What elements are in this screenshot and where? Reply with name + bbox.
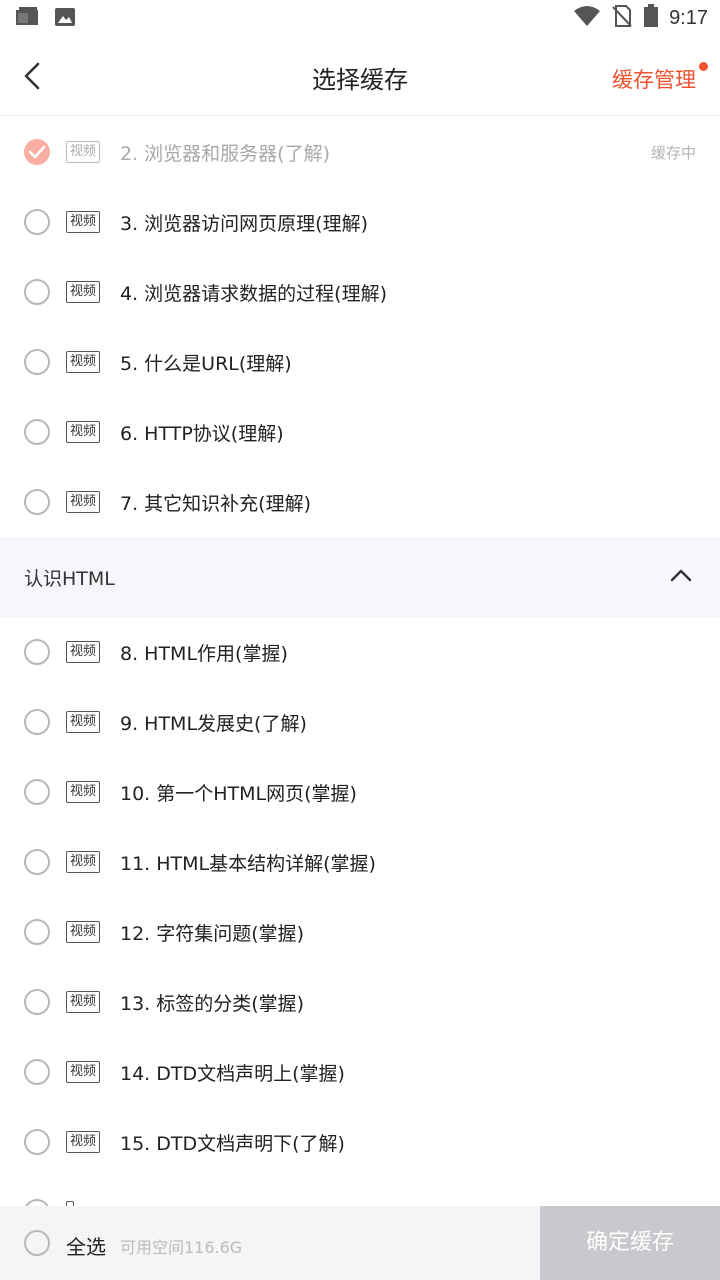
- list-item[interactable]: 视频 7. 其它知识补充(理解): [0, 467, 720, 537]
- list-item[interactable]: 视频 15. DTD文档声明下(了解): [0, 1107, 720, 1177]
- list-item[interactable]: 视频 8. HTML作用(掌握): [0, 617, 720, 687]
- item-title: 4. 浏览器请求数据的过程(理解): [120, 282, 387, 305]
- video-tag: 视频: [66, 351, 101, 373]
- list-item[interactable]: 视频 4. 浏览器请求数据的过程(理解): [0, 257, 720, 327]
- video-tag: 视频: [66, 281, 101, 303]
- select-all-label[interactable]: 全选: [66, 1231, 106, 1260]
- checkbox[interactable]: [24, 279, 50, 305]
- notification-app-icon: [14, 6, 40, 32]
- checkbox[interactable]: [24, 709, 50, 735]
- checkbox-checked[interactable]: [24, 139, 50, 165]
- status-bar: 9:17: [0, 0, 720, 38]
- checkbox[interactable]: [24, 349, 50, 375]
- video-tag: 视频: [66, 711, 101, 733]
- video-tag: 视频: [66, 421, 101, 443]
- app-header: 选择缓存 缓存管理: [0, 38, 720, 116]
- section-header[interactable]: 认识HTML: [0, 537, 720, 617]
- checkbox[interactable]: [24, 1059, 50, 1085]
- item-title: 3. 浏览器访问网页原理(理解): [120, 212, 368, 235]
- item-title: 11. HTML基本结构详解(掌握): [120, 852, 376, 875]
- checkbox[interactable]: [24, 919, 50, 945]
- item-title: 10. 第一个HTML网页(掌握): [120, 782, 357, 805]
- list-item[interactable]: 视频 2. 浏览器和服务器(了解) 缓存中: [0, 117, 720, 187]
- checkbox[interactable]: [24, 209, 50, 235]
- item-title: 8. HTML作用(掌握): [120, 642, 288, 665]
- checkbox[interactable]: [24, 849, 50, 875]
- video-tag: 视频: [66, 641, 101, 663]
- list-item[interactable]: 视频 5. 什么是URL(理解): [0, 327, 720, 397]
- item-title: 5. 什么是URL(理解): [120, 352, 292, 375]
- page: 9:17 选择缓存 缓存管理 视频 2. 浏览器和服务器(了解) 缓存中 视频 …: [0, 0, 720, 1280]
- checkbox[interactable]: [24, 639, 50, 665]
- video-tag: 视频: [66, 781, 101, 803]
- video-tag: 视频: [66, 991, 101, 1013]
- select-all-checkbox[interactable]: [24, 1230, 50, 1256]
- video-tag: 视频: [66, 1061, 101, 1083]
- no-sim-icon: [611, 4, 633, 32]
- checkbox[interactable]: [24, 989, 50, 1015]
- caching-status: 缓存中: [650, 143, 696, 162]
- item-title: 2. 浏览器和服务器(了解): [120, 142, 330, 165]
- list-item[interactable]: 视频 3. 浏览器访问网页原理(理解): [0, 187, 720, 257]
- video-tag: 视频: [66, 1131, 101, 1153]
- checkbox[interactable]: [24, 1129, 50, 1155]
- image-icon: [54, 6, 76, 32]
- item-title: 9. HTML发展史(了解): [120, 712, 307, 735]
- checkbox[interactable]: [24, 419, 50, 445]
- item-title: 12. 字符集问题(掌握): [120, 922, 305, 945]
- cache-manage-button[interactable]: 缓存管理: [612, 64, 696, 94]
- notification-dot: [699, 62, 708, 71]
- available-space: 可用空间116.6G: [120, 1238, 243, 1257]
- list-item[interactable]: 视频 6. HTTP协议(理解): [0, 397, 720, 467]
- item-title: 14. DTD文档声明上(掌握): [120, 1062, 345, 1085]
- video-tag: 视频: [66, 921, 101, 943]
- bottom-action-bar: 全选 可用空间116.6G 确定缓存: [0, 1206, 720, 1280]
- section-title: 认识HTML: [24, 568, 115, 590]
- list-item[interactable]: 视频 11. HTML基本结构详解(掌握): [0, 827, 720, 897]
- wifi-icon: [573, 5, 601, 31]
- list-item[interactable]: 视频 9. HTML发展史(了解): [0, 687, 720, 757]
- video-tag: 视频: [66, 491, 101, 513]
- status-time: 9:17: [669, 6, 708, 29]
- video-tag: 视频: [66, 851, 101, 873]
- confirm-cache-button[interactable]: 确定缓存: [540, 1206, 720, 1280]
- video-tag: 视频: [66, 211, 101, 233]
- item-title: 13. 标签的分类(掌握): [120, 992, 305, 1015]
- item-title: 7. 其它知识补充(理解): [120, 492, 311, 515]
- checkbox[interactable]: [24, 779, 50, 805]
- list-item[interactable]: 视频 14. DTD文档声明上(掌握): [0, 1037, 720, 1107]
- item-title: 6. HTTP协议(理解): [120, 422, 284, 445]
- list-item[interactable]: 视频 12. 字符集问题(掌握): [0, 897, 720, 967]
- chevron-up-icon[interactable]: [670, 567, 692, 586]
- lesson-list: 视频 2. 浏览器和服务器(了解) 缓存中 视频 3. 浏览器访问网页原理(理解…: [0, 117, 720, 1247]
- battery-icon: [643, 4, 659, 32]
- video-tag: 视频: [66, 141, 101, 163]
- list-item[interactable]: 视频 13. 标签的分类(掌握): [0, 967, 720, 1037]
- checkbox[interactable]: [24, 489, 50, 515]
- item-title: 15. DTD文档声明下(了解): [120, 1132, 345, 1155]
- list-item[interactable]: 视频 10. 第一个HTML网页(掌握): [0, 757, 720, 827]
